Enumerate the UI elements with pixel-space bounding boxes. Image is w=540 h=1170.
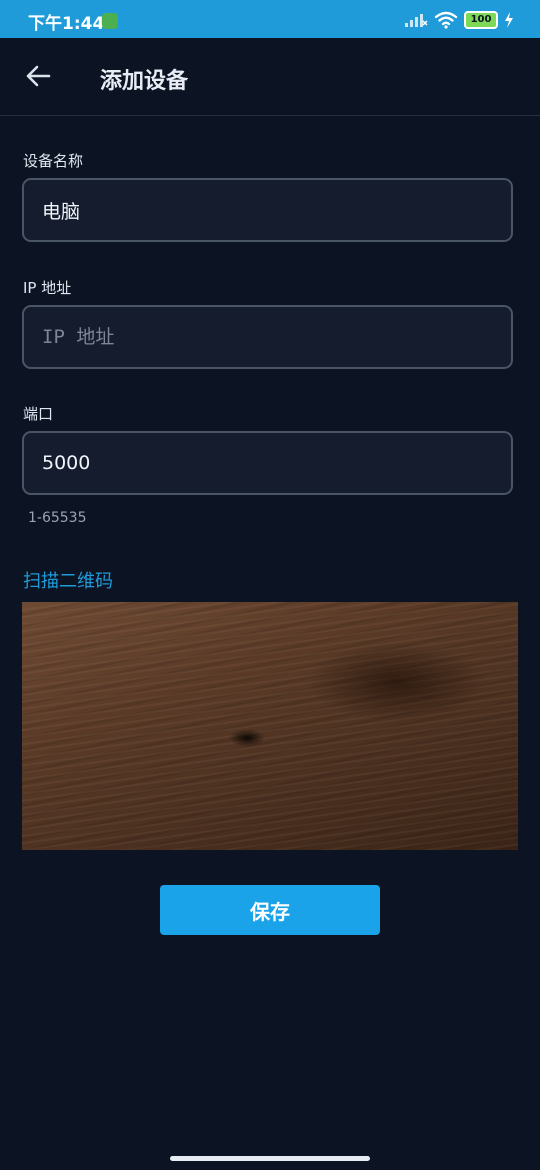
arrow-left-icon [26, 65, 51, 87]
charging-icon [505, 12, 513, 28]
signal-icon [405, 14, 428, 27]
ip-address-field[interactable] [22, 305, 513, 369]
port-input[interactable] [24, 433, 511, 493]
camera-preview [22, 602, 518, 850]
home-indicator[interactable] [170, 1156, 370, 1161]
app-bar: 添加设备 [0, 38, 540, 116]
device-name-field[interactable] [22, 178, 513, 242]
status-time: 下午1:44 [28, 14, 105, 34]
page-title: 添加设备 [100, 69, 189, 94]
android-app-icon [102, 13, 118, 29]
wifi-icon [434, 11, 458, 29]
port-range-helper: 1-65535 [28, 510, 87, 526]
port-label: 端口 [23, 405, 54, 423]
ip-address-input[interactable] [24, 307, 511, 367]
device-name-label: 设备名称 [23, 152, 84, 170]
battery-icon: 100 [464, 11, 498, 29]
ip-address-label: IP 地址 [23, 279, 72, 297]
status-bar: 下午1:44 100 [0, 0, 540, 38]
port-field[interactable] [22, 431, 513, 495]
save-button[interactable]: 保存 [160, 885, 380, 935]
device-name-input[interactable] [24, 180, 511, 240]
status-icons: 100 [404, 9, 514, 31]
back-button[interactable] [20, 58, 56, 94]
scan-qr-link[interactable]: 扫描二维码 [23, 567, 113, 593]
